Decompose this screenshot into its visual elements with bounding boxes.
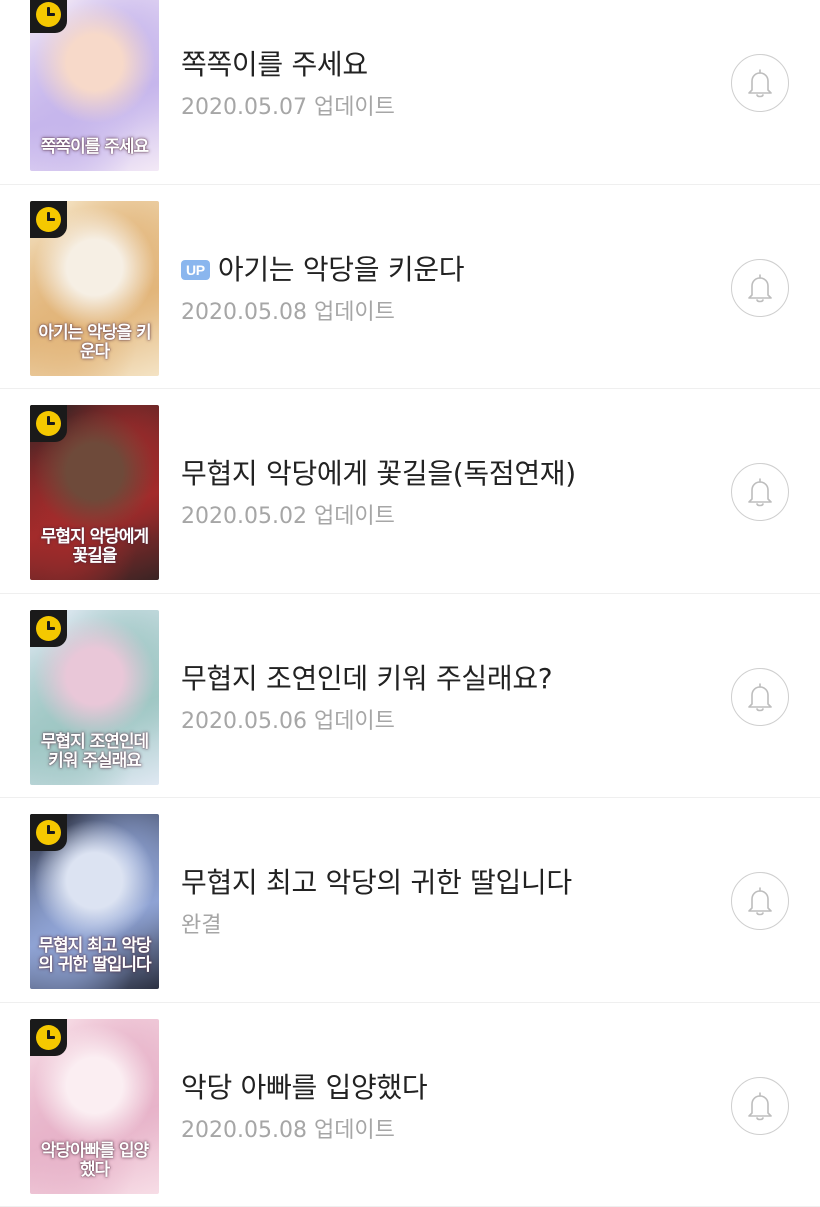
- wait-free-badge: [30, 610, 67, 647]
- title-text: 무협지 악당에게 꽃길을(독점연재): [181, 457, 576, 490]
- list-item[interactable]: 무협지 조연인데 키워 주실래요 무협지 조연인데 키워 주실래요? 2020.…: [0, 594, 820, 799]
- cover-thumbnail[interactable]: 무협지 악당에게 꽃길을: [30, 405, 159, 580]
- title-text: 아기는 악당을 키운다: [218, 253, 464, 286]
- title-text: 무협지 최고 악당의 귀한 딸입니다: [181, 866, 572, 899]
- clock-icon: [36, 820, 61, 845]
- item-title[interactable]: 무협지 조연인데 키워 주실래요?: [181, 662, 552, 696]
- cover-title-text: 쪽쪽이를 주세요: [38, 138, 151, 157]
- webtoon-list: 쪽쪽이를 주세요 쪽쪽이를 주세요 2020.05.07 업데이트 아기는 악당…: [0, 0, 820, 1207]
- bell-icon: [746, 1091, 774, 1121]
- notification-bell-button[interactable]: [731, 1077, 789, 1135]
- clock-icon: [36, 411, 61, 436]
- update-date: 2020.05.06 업데이트: [181, 708, 395, 736]
- clock-icon: [36, 616, 61, 641]
- wait-free-badge: [30, 1019, 67, 1056]
- wait-free-badge: [30, 405, 67, 442]
- item-title[interactable]: 쪽쪽이를 주세요: [181, 48, 368, 82]
- notification-bell-button[interactable]: [731, 872, 789, 930]
- item-title[interactable]: 악당 아빠를 입양했다: [181, 1071, 427, 1105]
- bell-icon: [746, 68, 774, 98]
- item-title[interactable]: 무협지 최고 악당의 귀한 딸입니다: [181, 866, 572, 900]
- update-date: 2020.05.07 업데이트: [181, 94, 395, 122]
- cover-title-text: 악당아빠를 입양했다: [38, 1142, 151, 1180]
- title-text: 악당 아빠를 입양했다: [181, 1071, 427, 1104]
- completed-status: 완결: [181, 912, 221, 940]
- item-title[interactable]: 무협지 악당에게 꽃길을(독점연재): [181, 457, 576, 491]
- bell-icon: [746, 886, 774, 916]
- list-item[interactable]: 무협지 악당에게 꽃길을 무협지 악당에게 꽃길을(독점연재) 2020.05.…: [0, 389, 820, 594]
- cover-title-text: 무협지 최고 악당의 귀한 딸입니다: [38, 937, 151, 975]
- notification-bell-button[interactable]: [731, 668, 789, 726]
- bell-icon: [746, 273, 774, 303]
- notification-bell-button[interactable]: [731, 463, 789, 521]
- clock-icon: [36, 207, 61, 232]
- item-title[interactable]: UP 아기는 악당을 키운다: [181, 253, 464, 287]
- cover-title-text: 무협지 조연인데 키워 주실래요: [38, 733, 151, 771]
- cover-thumbnail[interactable]: 무협지 조연인데 키워 주실래요: [30, 610, 159, 785]
- title-text: 무협지 조연인데 키워 주실래요?: [181, 662, 552, 695]
- update-date: 2020.05.08 업데이트: [181, 1117, 395, 1145]
- cover-thumbnail[interactable]: 악당아빠를 입양했다: [30, 1019, 159, 1194]
- list-item[interactable]: 무협지 최고 악당의 귀한 딸입니다 무협지 최고 악당의 귀한 딸입니다 완결: [0, 798, 820, 1003]
- wait-free-badge: [30, 201, 67, 238]
- cover-thumbnail[interactable]: 무협지 최고 악당의 귀한 딸입니다: [30, 814, 159, 989]
- list-item[interactable]: 아기는 악당을 키운다 UP 아기는 악당을 키운다 2020.05.08 업데이…: [0, 185, 820, 390]
- cover-thumbnail[interactable]: 아기는 악당을 키운다: [30, 201, 159, 376]
- bell-icon: [746, 682, 774, 712]
- up-badge: UP: [181, 260, 210, 280]
- notification-bell-button[interactable]: [731, 54, 789, 112]
- update-date: 2020.05.02 업데이트: [181, 503, 395, 531]
- list-item[interactable]: 악당아빠를 입양했다 악당 아빠를 입양했다 2020.05.08 업데이트: [0, 1003, 820, 1207]
- title-text: 쪽쪽이를 주세요: [181, 48, 368, 81]
- clock-icon: [36, 2, 61, 27]
- cover-thumbnail[interactable]: 쪽쪽이를 주세요: [30, 0, 159, 171]
- notification-bell-button[interactable]: [731, 259, 789, 317]
- clock-icon: [36, 1025, 61, 1050]
- cover-title-text: 아기는 악당을 키운다: [38, 324, 151, 362]
- wait-free-badge: [30, 814, 67, 851]
- wait-free-badge: [30, 0, 67, 33]
- list-item[interactable]: 쪽쪽이를 주세요 쪽쪽이를 주세요 2020.05.07 업데이트: [0, 0, 820, 185]
- cover-title-text: 무협지 악당에게 꽃길을: [38, 528, 151, 566]
- bell-icon: [746, 477, 774, 507]
- update-date: 2020.05.08 업데이트: [181, 299, 395, 327]
